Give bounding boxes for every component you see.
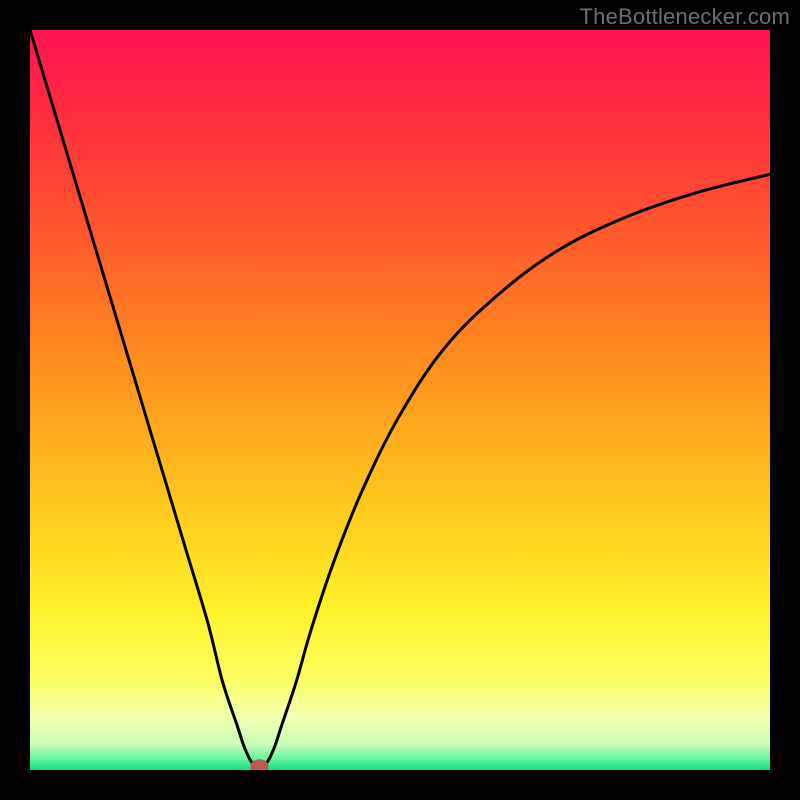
chart-frame: TheBottlenecker.com xyxy=(0,0,800,800)
watermark-text: TheBottlenecker.com xyxy=(580,4,790,30)
plot-area xyxy=(30,30,770,770)
chart-svg xyxy=(30,30,770,770)
